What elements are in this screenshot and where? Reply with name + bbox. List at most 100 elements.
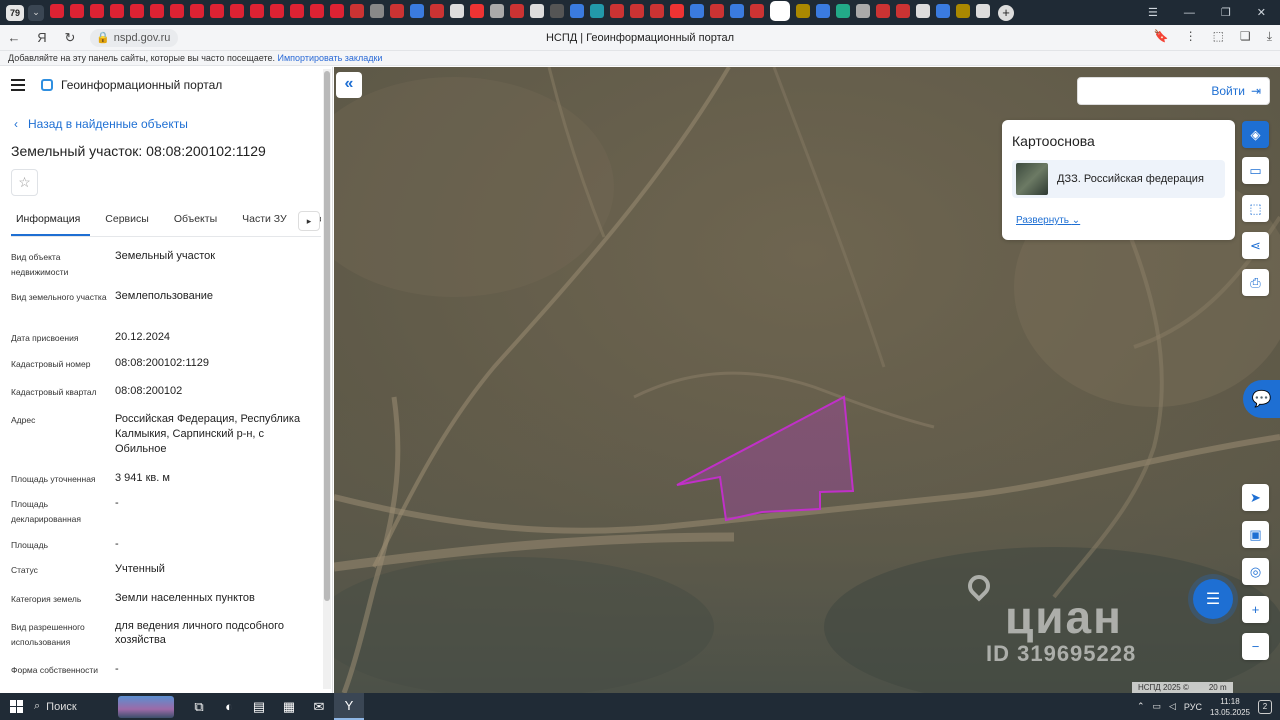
- browser-tab-icon[interactable]: [570, 4, 584, 18]
- reload-icon[interactable]: ↻: [56, 30, 84, 46]
- assistant-icon[interactable]: 💬: [1243, 380, 1280, 418]
- login-button[interactable]: Войти ⇥: [1077, 77, 1270, 105]
- download-icon[interactable]: ⤓: [1267, 29, 1272, 44]
- browser-tab-icon[interactable]: [470, 4, 484, 18]
- geolocation-icon[interactable]: ◎: [1242, 558, 1269, 585]
- browser-tab-icon[interactable]: [770, 1, 790, 21]
- chevron-up-icon[interactable]: ⌃: [1137, 701, 1145, 712]
- browser-tab-icon[interactable]: [530, 4, 544, 18]
- task-view-icon[interactable]: ⧉: [184, 693, 214, 720]
- browser-tab-icon[interactable]: [230, 4, 244, 18]
- browser-tab-icon[interactable]: [630, 4, 644, 18]
- browser-tab-icon[interactable]: [70, 4, 84, 18]
- tab-counter[interactable]: 79: [6, 4, 24, 21]
- layers-icon[interactable]: ◈: [1242, 121, 1269, 148]
- browser-tab-icon[interactable]: [310, 4, 324, 18]
- browser-tab-icon[interactable]: [370, 4, 384, 18]
- import-bookmarks-link[interactable]: Импортировать закладки: [278, 53, 383, 63]
- tab-objects[interactable]: Объекты: [169, 209, 227, 236]
- browser-tab-icon[interactable]: [816, 4, 830, 18]
- browser-tab-icon[interactable]: [430, 4, 444, 18]
- yandex-icon[interactable]: Я: [28, 30, 56, 45]
- browser-tab-icon[interactable]: [876, 4, 890, 18]
- taskbar-search[interactable]: ⌕ Поиск: [34, 695, 174, 718]
- edge-icon[interactable]: ◐: [214, 693, 244, 720]
- new-tab-button[interactable]: +: [998, 4, 1014, 21]
- outlook-icon[interactable]: ✉: [304, 693, 334, 720]
- browser-tab-icon[interactable]: [836, 4, 850, 18]
- browser-tab-icon[interactable]: [916, 4, 930, 18]
- browser-tab-icon[interactable]: [210, 4, 224, 18]
- tab-services[interactable]: Сервисы: [100, 209, 159, 236]
- tab-parts[interactable]: Части ЗУ: [237, 209, 297, 236]
- restore-icon[interactable]: ❐: [1221, 6, 1231, 19]
- browser-tab-icon[interactable]: [350, 4, 364, 18]
- browser-tab-icon[interactable]: [110, 4, 124, 18]
- minimize-icon[interactable]: —: [1184, 7, 1195, 19]
- menu-icon[interactable]: ☰: [1148, 6, 1158, 19]
- browser-tab-icon[interactable]: [330, 4, 344, 18]
- browser-tab-icon[interactable]: [896, 4, 910, 18]
- zoom-out-button[interactable]: −: [1242, 633, 1269, 660]
- minimap-icon[interactable]: ▣: [1242, 521, 1269, 548]
- browser-tab-icon[interactable]: [90, 4, 104, 18]
- browser-tab-icon[interactable]: [190, 4, 204, 18]
- bookmark-icon[interactable]: 🔖: [1154, 29, 1169, 44]
- browser-tab-icon[interactable]: [730, 4, 744, 18]
- network-icon[interactable]: ▭: [1152, 701, 1161, 712]
- browser-tab-icon[interactable]: [936, 4, 950, 18]
- browser-tab-icon[interactable]: [750, 4, 764, 18]
- back-arrow-icon[interactable]: ←: [0, 30, 28, 45]
- clock[interactable]: 11:18 13.05.2025: [1210, 696, 1250, 718]
- collapse-panel-button[interactable]: «: [336, 72, 362, 98]
- browser-tab-icon[interactable]: [450, 4, 464, 18]
- url-field[interactable]: 🔒 nspd.gov.ru: [90, 28, 178, 47]
- collections-icon[interactable]: ❏: [1240, 29, 1251, 44]
- panel-scrollbar[interactable]: [323, 69, 331, 689]
- volume-icon[interactable]: ◁: [1169, 701, 1176, 712]
- browser-tab-icon[interactable]: [670, 4, 684, 18]
- zoom-in-button[interactable]: +: [1242, 596, 1269, 623]
- browser-tab-icon[interactable]: [550, 4, 564, 18]
- expand-link[interactable]: Развернуть ⌄: [1016, 215, 1080, 226]
- browser-tab-icon[interactable]: [390, 4, 404, 18]
- hamburger-menu-icon[interactable]: [11, 79, 25, 91]
- close-icon[interactable]: ✕: [1257, 6, 1266, 19]
- favorite-star-icon[interactable]: ☆: [11, 169, 38, 196]
- browser-tab-icon[interactable]: [250, 4, 264, 18]
- windows-start-icon[interactable]: [0, 693, 32, 720]
- browser-tab-icon[interactable]: [976, 4, 990, 18]
- tab-information[interactable]: Информация: [11, 209, 91, 236]
- chevron-down-icon[interactable]: ⌄: [28, 4, 44, 21]
- browser-tab-icon[interactable]: [710, 4, 724, 18]
- chat-button[interactable]: ☰: [1188, 574, 1238, 624]
- file-explorer-icon[interactable]: ▤: [244, 693, 274, 720]
- notifications-icon[interactable]: 2: [1258, 699, 1272, 714]
- share-icon[interactable]: ⋖: [1242, 232, 1269, 259]
- browser-tab-icon[interactable]: [410, 4, 424, 18]
- back-to-results-link[interactable]: ‹ Назад в найденные объекты: [14, 117, 188, 131]
- browser-tab-icon[interactable]: [650, 4, 664, 18]
- yandex-browser-icon[interactable]: Y: [334, 693, 364, 720]
- locate-icon[interactable]: ➤: [1242, 484, 1269, 511]
- browser-tab-icon[interactable]: [956, 4, 970, 18]
- more-icon[interactable]: ⋮: [1185, 29, 1197, 44]
- browser-tab-icon[interactable]: [510, 4, 524, 18]
- browser-tab-icon[interactable]: [590, 4, 604, 18]
- browser-tab-icon[interactable]: [130, 4, 144, 18]
- extensions-icon[interactable]: ⬚: [1213, 29, 1224, 44]
- browser-tab-icon[interactable]: [796, 4, 810, 18]
- store-icon[interactable]: ▦: [274, 693, 304, 720]
- browser-tab-icon[interactable]: [170, 4, 184, 18]
- scrollbar-thumb[interactable]: [324, 71, 330, 601]
- tabs-scroll-right-icon[interactable]: ▸: [298, 211, 320, 231]
- basemap-option[interactable]: ДЗЗ. Российская федерация: [1012, 160, 1225, 198]
- browser-tab-icon[interactable]: [150, 4, 164, 18]
- area-select-icon[interactable]: ⬚: [1242, 195, 1269, 222]
- browser-tab-icon[interactable]: [290, 4, 304, 18]
- browser-tab-icon[interactable]: [50, 4, 64, 18]
- browser-tab-icon[interactable]: [270, 4, 284, 18]
- browser-tab-icon[interactable]: [610, 4, 624, 18]
- input-language[interactable]: РУС: [1184, 702, 1202, 712]
- browser-tab-icon[interactable]: [856, 4, 870, 18]
